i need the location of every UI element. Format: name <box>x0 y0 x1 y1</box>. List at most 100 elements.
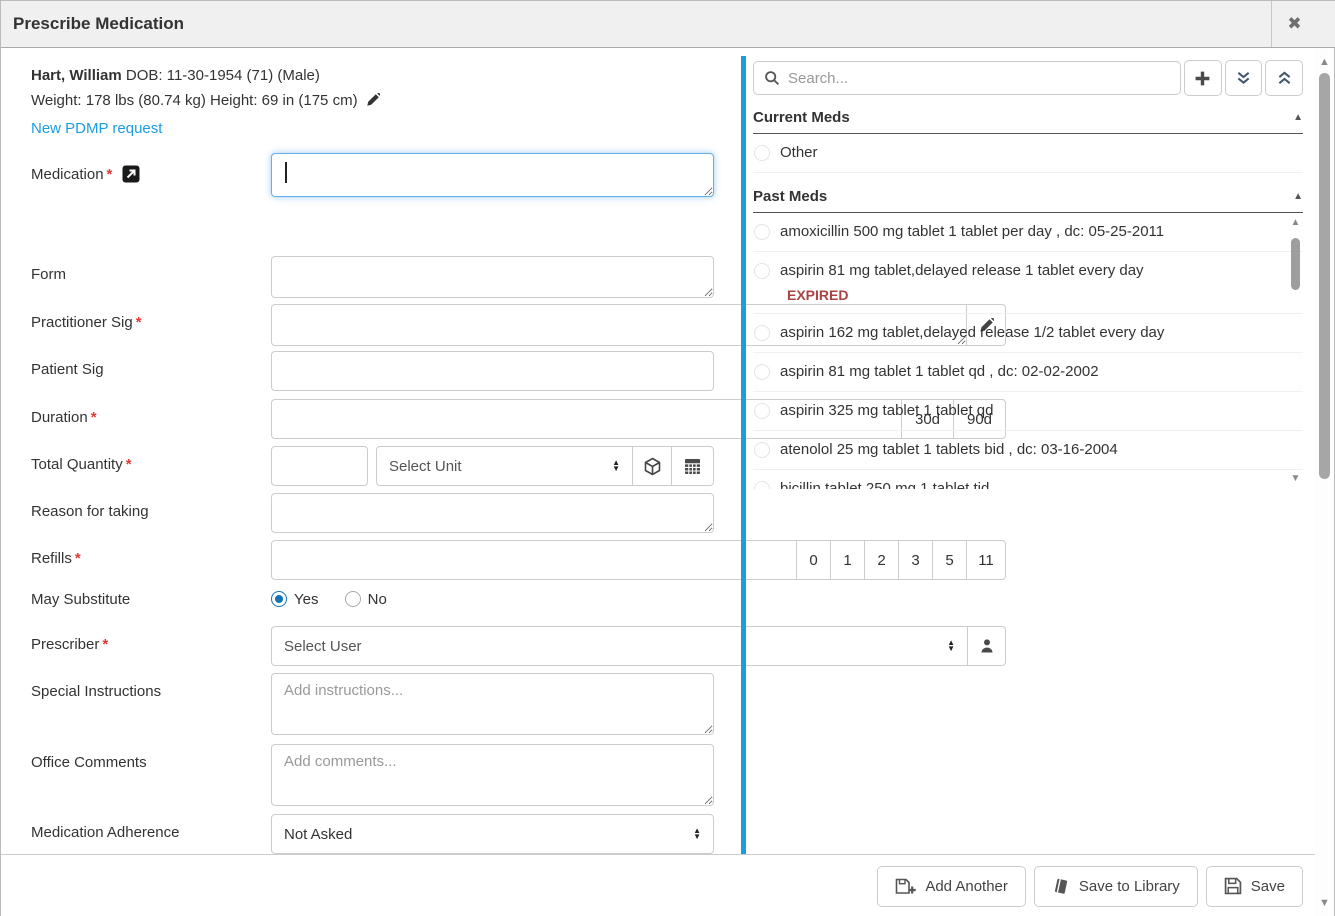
page-scrollbar[interactable]: ▲ ▼ <box>1315 48 1334 916</box>
book-icon <box>1052 878 1070 895</box>
past-med-item[interactable]: bicillin tablet 250 mg 1 tablet tid <box>753 470 1303 489</box>
scrollbar-thumb[interactable] <box>1291 238 1300 290</box>
past-med-item[interactable]: aspirin 81 mg tablet,delayed release 1 t… <box>753 252 1303 314</box>
meds-list-scrollbar[interactable]: ▲ ▼ <box>1289 218 1302 484</box>
external-link-icon[interactable] <box>122 165 140 183</box>
medication-input[interactable] <box>271 153 714 197</box>
dialog-footer: Add Another Save to Library Save <box>1 854 1317 916</box>
current-meds-header[interactable]: Current Meds ▲ <box>753 109 1303 134</box>
cube-icon <box>643 457 662 476</box>
meds-search-row <box>753 60 1303 96</box>
panel-accent-bar <box>741 56 746 854</box>
plus-icon <box>1194 70 1211 87</box>
past-med-item[interactable]: aspirin 162 mg tablet,delayed release 1/… <box>753 314 1303 353</box>
save-icon <box>1224 877 1242 895</box>
total-quantity-input[interactable] <box>271 446 368 486</box>
package-lookup-button[interactable] <box>632 446 672 486</box>
scroll-up-icon[interactable]: ▲ <box>1289 218 1302 228</box>
required-marker: * <box>91 409 97 426</box>
reason-input[interactable] <box>271 493 714 533</box>
adherence-select[interactable]: Not Asked ▲▼ <box>271 814 714 854</box>
save-button[interactable]: Save <box>1206 866 1303 907</box>
required-marker: * <box>126 456 132 473</box>
past-med-item[interactable]: amoxicillin 500 mg tablet 1 tablet per d… <box>753 213 1303 252</box>
prescriber-select-value: Select User <box>284 638 362 655</box>
save-to-library-button[interactable]: Save to Library <box>1034 866 1198 907</box>
close-button[interactable]: ✖ <box>1271 1 1317 47</box>
double-chevron-down-icon <box>1236 71 1251 85</box>
meds-search-box[interactable] <box>753 61 1181 95</box>
med-radio[interactable] <box>754 325 770 341</box>
adherence-select-value: Not Asked <box>284 826 352 843</box>
past-med-item[interactable]: aspirin 325 mg tablet 1 tablet qd <box>753 392 1303 431</box>
collapse-all-button[interactable] <box>1225 60 1263 96</box>
med-radio[interactable] <box>754 224 770 240</box>
patient-weight-height: Weight: 178 lbs (80.74 kg) Height: 69 in… <box>31 92 358 109</box>
med-item-text: aspirin 325 mg tablet 1 tablet qd <box>780 400 1303 422</box>
med-radio[interactable] <box>754 263 770 279</box>
med-item-text: atenolol 25 mg tablet 1 tablets bid , dc… <box>780 439 1303 461</box>
total-quantity-label: Total Quantity* <box>31 456 132 473</box>
past-med-item[interactable]: atenolol 25 mg tablet 1 tablets bid , dc… <box>753 431 1303 470</box>
meds-search-input[interactable] <box>780 63 1170 93</box>
new-pdmp-request-link[interactable]: New PDMP request <box>31 116 162 141</box>
med-radio[interactable] <box>754 481 770 489</box>
scroll-up-icon[interactable]: ▲ <box>1315 56 1334 68</box>
med-item-text: Other <box>780 142 1303 164</box>
form-label: Form <box>31 266 66 283</box>
med-radio[interactable] <box>754 364 770 380</box>
quantity-calculator-button[interactable] <box>671 446 714 486</box>
med-item-text: amoxicillin 500 mg tablet 1 tablet per d… <box>780 221 1303 243</box>
prescriber-label: Prescriber* <box>31 636 108 653</box>
required-marker: * <box>136 314 142 331</box>
may-substitute-label: May Substitute <box>31 591 130 608</box>
scrollbar-thumb[interactable] <box>1319 73 1330 479</box>
substitute-no-radio[interactable] <box>345 591 361 607</box>
save-plus-icon <box>895 878 916 895</box>
text-caret <box>285 162 287 183</box>
current-meds-title: Current Meds <box>753 109 850 126</box>
med-item-text: aspirin 81 mg tablet 1 tablet qd , dc: 0… <box>780 361 1303 383</box>
collapse-section-icon[interactable]: ▲ <box>1293 191 1303 202</box>
refills-input[interactable] <box>271 540 797 580</box>
collapse-section-icon[interactable]: ▲ <box>1293 112 1303 123</box>
med-radio[interactable] <box>754 145 770 161</box>
patient-info: Hart, William DOB: 11-30-1954 (71) (Male… <box>31 63 380 141</box>
add-med-button[interactable] <box>1184 60 1222 96</box>
form-input[interactable] <box>271 256 714 298</box>
meds-history-panel: Current Meds ▲ Other Past Meds ▲ amoxici… <box>741 48 1311 854</box>
edit-vitals-icon[interactable] <box>366 93 380 107</box>
med-radio[interactable] <box>754 442 770 458</box>
special-instructions-input[interactable] <box>271 673 714 735</box>
med-item-text: bicillin tablet 250 mg 1 tablet tid <box>780 478 1303 489</box>
patient-name-line: Hart, William DOB: 11-30-1954 (71) (Male… <box>31 63 380 88</box>
patient-sig-label: Patient Sig <box>31 361 104 378</box>
med-radio[interactable] <box>754 403 770 419</box>
special-instructions-label: Special Instructions <box>31 683 161 700</box>
med-status-badge: EXPIRED <box>787 287 1303 303</box>
medication-label: Medication* <box>31 165 140 183</box>
unit-select-value: Select Unit <box>389 458 462 475</box>
past-meds-title: Past Meds <box>753 188 827 205</box>
patient-demographics: DOB: 11-30-1954 (71) (Male) <box>126 67 320 84</box>
office-comments-input[interactable] <box>271 744 714 806</box>
unit-select[interactable]: Select Unit ▲▼ <box>376 446 633 486</box>
duration-label: Duration* <box>31 409 97 426</box>
patient-vitals-line: Weight: 178 lbs (80.74 kg) Height: 69 in… <box>31 88 380 113</box>
med-item-text: aspirin 162 mg tablet,delayed release 1/… <box>780 322 1303 344</box>
current-med-item-other[interactable]: Other <box>753 134 1303 173</box>
practitioner-sig-label: Practitioner Sig* <box>31 314 142 331</box>
substitute-yes-radio[interactable] <box>271 591 287 607</box>
office-comments-label: Office Comments <box>31 754 147 771</box>
past-meds-header[interactable]: Past Meds ▲ <box>753 188 1303 213</box>
required-marker: * <box>75 550 81 567</box>
past-med-item[interactable]: aspirin 81 mg tablet 1 tablet qd , dc: 0… <box>753 353 1303 392</box>
double-chevron-up-icon <box>1277 71 1292 85</box>
add-another-button[interactable]: Add Another <box>877 866 1026 907</box>
search-icon <box>764 70 780 86</box>
scroll-down-icon[interactable]: ▼ <box>1289 474 1302 484</box>
patient-sig-input[interactable] <box>271 351 714 391</box>
expand-all-button[interactable] <box>1265 60 1303 96</box>
prescription-form: Hart, William DOB: 11-30-1954 (71) (Male… <box>1 48 736 854</box>
scroll-down-icon[interactable]: ▼ <box>1315 897 1334 909</box>
